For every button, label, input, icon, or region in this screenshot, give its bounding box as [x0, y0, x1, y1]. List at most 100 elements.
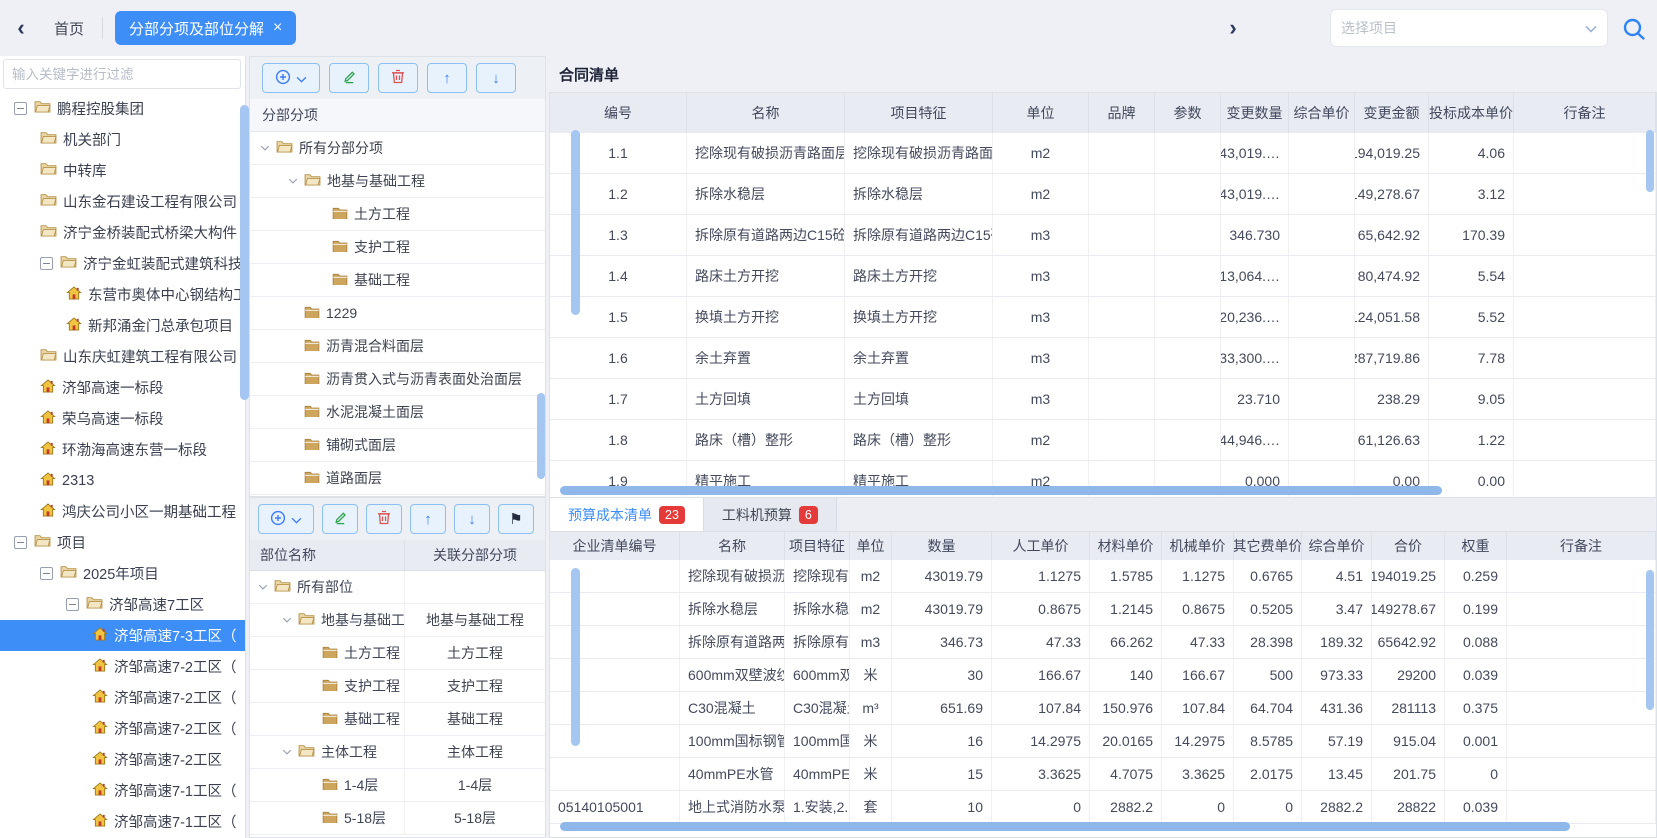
table-row[interactable]: 05140105001 地上式消防水泵 1.安装,2.充 套 10 0 2882… [550, 791, 1656, 824]
breakdown-scrollbar-thumb[interactable] [537, 393, 545, 479]
project-select[interactable] [1330, 9, 1608, 47]
close-icon[interactable]: × [273, 19, 282, 37]
tree-item[interactable]: 济宁金桥装配式桥梁大构件 [0, 217, 245, 248]
tree-item[interactable]: 鸿庆公司小区一期基础工程 [0, 496, 245, 527]
table-row[interactable]: 支护工程 支护工程 [250, 670, 545, 703]
move-up-button[interactable]: ↑ [410, 504, 446, 534]
table-row[interactable]: 1.4 路床土方开挖 路床土方开挖 m3 13,064.… 80,474.92 … [550, 256, 1656, 297]
tree-item[interactable]: 支护工程 [250, 231, 545, 264]
chevron-down-icon[interactable] [282, 749, 298, 755]
edit-button[interactable] [329, 63, 369, 93]
sidebar-scrollbar-thumb[interactable] [240, 105, 249, 400]
tab-active-breakdown[interactable]: 分部分项及部位分解 × [115, 11, 296, 45]
contract-left-scrollbar-thumb[interactable] [571, 130, 580, 315]
table-row[interactable]: 1.5 换填土方开挖 换填土方开挖 m3 20,236.… 124,051.58… [550, 297, 1656, 338]
budget-hscrollbar-thumb[interactable] [560, 822, 1570, 831]
tree-item[interactable]: 济宁金虹装配式建筑科技 [0, 248, 245, 279]
tree-item[interactable]: 鹏程控股集团 [0, 93, 245, 124]
table-row[interactable]: 100mm国标钢管 100mm国标钢管 米 16 14.2975 20.0165… [550, 725, 1656, 758]
delete-button[interactable] [378, 63, 418, 93]
tree-item[interactable]: 中转库 [0, 155, 245, 186]
budget-left-scrollbar-thumb[interactable] [571, 568, 580, 746]
tree-item[interactable]: 环渤海高速东营一标段 [0, 434, 245, 465]
tree-item[interactable]: 济邹高速7-2工区（ [0, 682, 245, 713]
tree-item[interactable]: 沥青贯入式与沥青表面处治面层 [250, 363, 545, 396]
table-row[interactable]: 土方工程 土方工程 [250, 637, 545, 670]
tree-item[interactable]: 沥青混合料面层 [250, 330, 545, 363]
table-row[interactable]: 40mmPE水管 40mmPE水管 米 15 3.3625 4.7075 3.3… [550, 758, 1656, 791]
tree-item[interactable]: 铺砌式面层 [250, 429, 545, 462]
table-row[interactable]: C30混凝土 C30混凝土 m³ 651.69 107.84 150.976 1… [550, 692, 1656, 725]
table-row[interactable]: 1.1 挖除现有破损沥青路面层 挖除现有破损沥青路面层 m2 43,019.… … [550, 133, 1656, 174]
delete-button[interactable] [366, 504, 402, 534]
tree-item[interactable]: 济邹高速7工区 [0, 589, 245, 620]
add-button[interactable] [258, 504, 314, 534]
tree-item[interactable]: 道路面层 [250, 462, 545, 495]
table-row[interactable]: 基础工程 基础工程 [250, 703, 545, 736]
tree-item[interactable]: 所有分部分项 [250, 132, 545, 165]
add-button[interactable] [262, 63, 320, 93]
table-row[interactable]: 600mm双壁波纹管 600mm双壁波纹管 米 30 166.67 140 16… [550, 659, 1656, 692]
tree-item[interactable]: 济邹高速7-1工区（ [0, 775, 245, 806]
tree-item[interactable]: 机关部门 [0, 124, 245, 155]
expander-icon[interactable] [66, 598, 79, 611]
forward-icon[interactable]: › [1218, 15, 1248, 41]
tree-item[interactable]: 荣乌高速一标段 [0, 403, 245, 434]
expander-icon[interactable] [40, 567, 53, 580]
table-row[interactable]: 1.6 余土弃置 余土弃置 m3 33,300.… 287,719.86 7.7… [550, 338, 1656, 379]
table-row[interactable]: 1.7 土方回填 土方回填 m3 23.710 238.29 9.05 [550, 379, 1656, 420]
tree-item[interactable]: 基础工程 [250, 264, 545, 297]
table-row[interactable]: 1.2 拆除水稳层 拆除水稳层 m2 43,019.… 149,278.67 3… [550, 174, 1656, 215]
tree-item[interactable]: 东营市奥体中心钢结构工程 [0, 279, 245, 310]
chevron-down-icon[interactable] [260, 145, 276, 151]
tree-item[interactable]: 济邹高速一标段 [0, 372, 245, 403]
chevron-down-icon[interactable] [282, 617, 298, 623]
tree-item[interactable]: 项目 [0, 527, 245, 558]
table-row[interactable]: 1.3 拆除原有道路两边C15砼 拆除原有道路两边C15砼 m3 346.730… [550, 215, 1656, 256]
project-select-input[interactable] [1341, 20, 1585, 36]
tab-home[interactable]: 首页 [36, 18, 102, 39]
tree-item[interactable]: 济邹高速7-3工区（ [0, 620, 245, 651]
table-row[interactable]: 所有部位 [250, 571, 545, 604]
contract-right-scrollbar-thumb[interactable] [1646, 130, 1654, 192]
chevron-down-icon[interactable] [258, 584, 274, 590]
tree-item[interactable]: 山东金石建设工程有限公司 [0, 186, 245, 217]
table-row[interactable]: 1.9 精平施工 精平施工 m2 0.000 0.00 0.00 [550, 461, 1656, 502]
table-row[interactable]: 1-4层 1-4层 [250, 769, 545, 802]
tree-item[interactable]: 土方工程 [250, 198, 545, 231]
flag-button[interactable]: ⚑ [498, 504, 534, 534]
tree-item[interactable]: 1229 [250, 297, 545, 330]
expander-icon[interactable] [14, 536, 27, 549]
tree-item[interactable]: 济邹高速7-2工区（ [0, 713, 245, 744]
tree-item[interactable]: 2025年项目 [0, 558, 245, 589]
search-icon[interactable] [1618, 13, 1650, 45]
move-up-button[interactable]: ↑ [427, 63, 467, 93]
table-row[interactable]: 主体工程 主体工程 [250, 736, 545, 769]
chevron-down-icon[interactable] [288, 178, 304, 184]
tree-item[interactable]: 2313 [0, 465, 245, 496]
table-row[interactable]: 5-18层 5-18层 [250, 802, 545, 835]
table-row[interactable]: 拆除水稳层 拆除水稳层 m2 43019.79 0.8675 1.2145 0.… [550, 593, 1656, 626]
table-row[interactable]: 1.8 路床（槽）整形 路床（槽）整形 m2 44,946.… 61,126.6… [550, 420, 1656, 461]
table-row[interactable]: 拆除原有道路两边C15砼 拆除原有道路两边C15砼 m3 346.73 47.3… [550, 626, 1656, 659]
tree-item[interactable]: 山东庆虹建筑工程有限公司 [0, 341, 245, 372]
tree-item[interactable]: 地基与基础工程 [250, 165, 545, 198]
move-down-button[interactable]: ↓ [454, 504, 490, 534]
budget-right-scrollbar-thumb[interactable] [1646, 570, 1654, 710]
expander-icon[interactable] [40, 257, 53, 270]
edit-button[interactable] [322, 504, 358, 534]
tree-item[interactable]: 水泥混凝土面层 [250, 396, 545, 429]
table-row[interactable]: 挖除现有破损沥青路面层 挖除现有破损沥青路面层 m2 43019.79 1.12… [550, 560, 1656, 593]
tree-filter-input[interactable] [3, 59, 241, 89]
tab[interactable]: 预算成本清单 23 [550, 498, 704, 531]
back-icon[interactable]: ‹ [6, 15, 36, 41]
tree-item[interactable]: 新邦涌金门总承包项目 [0, 310, 245, 341]
table-row[interactable]: 地基与基础工程 地基与基础工程 [250, 604, 545, 637]
tab[interactable]: 工料机预算 6 [704, 498, 837, 531]
expander-icon[interactable] [14, 102, 27, 115]
contract-hscrollbar-thumb[interactable] [560, 486, 1442, 495]
tree-item[interactable]: 济邹高速7-2工区（ [0, 651, 245, 682]
tree-item[interactable]: 济邹高速7-2工区 [0, 744, 245, 775]
move-down-button[interactable]: ↓ [476, 63, 516, 93]
tree-item[interactable]: 济邹高速7-1工区（ [0, 806, 245, 837]
